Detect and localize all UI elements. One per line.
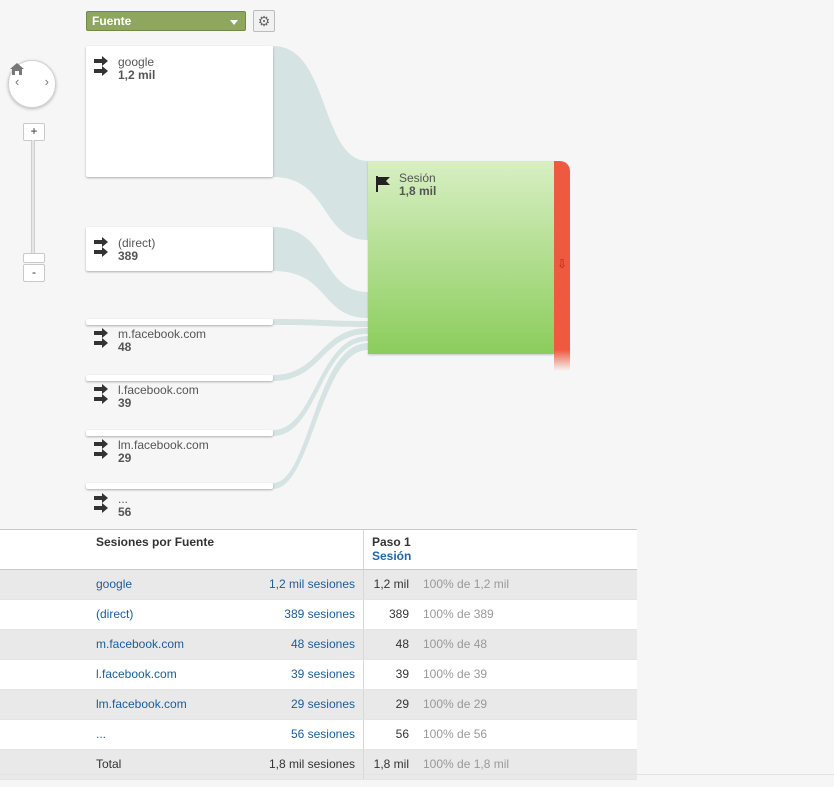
row-value: 29 [395, 697, 409, 711]
row-percent: 100% de 1,2 mil [423, 577, 510, 591]
flow-other [273, 343, 368, 489]
flow-direct [273, 227, 368, 318]
row-sessions[interactable]: 48 sesiones [291, 637, 355, 651]
column-divider [363, 600, 364, 629]
row-value: 56 [395, 727, 409, 741]
node-l-facebook[interactable] [86, 375, 273, 381]
column-header-step-sub[interactable]: Sesión [372, 549, 411, 563]
arrow-right-icon [94, 384, 108, 404]
sessions-table: Sesiones por Fuente Paso 1 Sesión google… [0, 529, 637, 780]
arrow-right-icon [94, 439, 108, 459]
flow-google [273, 46, 368, 240]
node-label-other: ... 56 [92, 493, 131, 519]
total-label: Total [96, 757, 122, 771]
node-other[interactable] [86, 483, 273, 489]
row-sessions[interactable]: 1,2 mil sesiones [269, 577, 355, 591]
node-label-m-facebook: m.facebook.com 48 [92, 328, 206, 354]
column-header-source: Sesiones por Fuente [96, 535, 215, 549]
row-source-link[interactable]: google [96, 577, 132, 591]
row-sessions[interactable]: 29 sesiones [291, 697, 355, 711]
node-label-google: google 1,2 mil [92, 56, 155, 82]
row-percent: 100% de 56 [423, 727, 488, 741]
table-row: lm.facebook.com 29 sesiones 29 100% de 2… [0, 690, 637, 720]
row-source-link[interactable]: l.facebook.com [96, 667, 177, 681]
table-row: l.facebook.com 39 sesiones 39 100% de 39 [0, 660, 637, 690]
row-value: 39 [395, 667, 409, 681]
node-session[interactable]: Sesión 1,8 mil [368, 161, 554, 354]
column-divider [363, 720, 364, 749]
row-sessions[interactable]: 389 sesiones [284, 607, 355, 621]
row-value: 389 [388, 607, 409, 621]
arrow-right-icon [94, 237, 108, 257]
row-sessions[interactable]: 56 sesiones [291, 727, 355, 741]
node-label-direct: (direct) 389 [92, 237, 155, 263]
column-divider [363, 570, 364, 599]
row-source-link[interactable]: ... [96, 727, 106, 741]
total-percent: 100% de 1,8 mil [423, 757, 510, 771]
row-percent: 100% de 29 [423, 697, 488, 711]
column-divider [363, 690, 364, 719]
row-percent: 100% de 48 [423, 637, 488, 651]
row-source-link[interactable]: lm.facebook.com [96, 697, 187, 711]
total-sessions: 1,8 mil sesiones [268, 757, 355, 771]
table-header: Sesiones por Fuente Paso 1 Sesión [0, 529, 637, 570]
node-label-lm-facebook: lm.facebook.com 29 [92, 439, 209, 465]
flag-icon [376, 176, 390, 192]
table-row: m.facebook.com 48 sesiones 48 100% de 48 [0, 630, 637, 660]
table-row: (direct) 389 sesiones 389 100% de 389 [0, 600, 637, 630]
row-percent: 100% de 389 [423, 607, 494, 621]
row-value: 1,2 mil [373, 577, 409, 591]
dropoff-bar[interactable]: ⇩ [554, 161, 570, 371]
column-divider [363, 660, 364, 689]
arrow-right-icon [94, 56, 108, 76]
arrow-right-icon [94, 493, 108, 513]
node-label-l-facebook: l.facebook.com 39 [92, 384, 199, 410]
row-source-link[interactable]: (direct) [96, 607, 133, 621]
arrow-down-icon: ⇩ [557, 257, 568, 271]
row-percent: 100% de 39 [423, 667, 488, 681]
row-source-link[interactable]: m.facebook.com [96, 637, 184, 651]
column-header-step: Paso 1 [372, 535, 411, 549]
row-value: 48 [395, 637, 409, 651]
node-m-facebook[interactable] [86, 319, 273, 325]
divider [0, 774, 834, 775]
total-value: 1,8 mil [373, 757, 409, 771]
column-divider [363, 530, 364, 569]
column-divider [363, 630, 364, 659]
node-lm-facebook[interactable] [86, 430, 273, 436]
arrow-right-icon [94, 328, 108, 348]
flow-m-facebook [273, 319, 368, 327]
row-sessions[interactable]: 39 sesiones [291, 667, 355, 681]
table-total-row: Total 1,8 mil sesiones 1,8 mil 100% de 1… [0, 750, 637, 780]
table-row: google 1,2 mil sesiones 1,2 mil 100% de … [0, 570, 637, 600]
table-row: ... 56 sesiones 56 100% de 56 [0, 720, 637, 750]
